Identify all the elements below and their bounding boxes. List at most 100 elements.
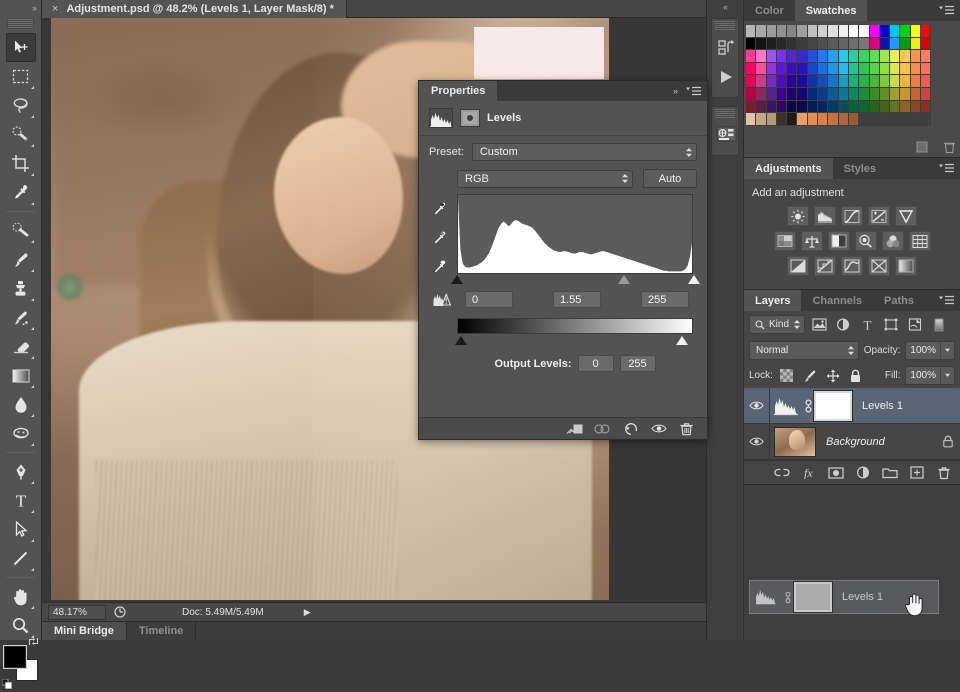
input-black-field[interactable]: 0 [465, 291, 513, 308]
swatch-140[interactable] [890, 113, 900, 126]
lock-position-icon[interactable] [824, 367, 842, 384]
swatch-14[interactable] [890, 25, 900, 38]
exposure-icon[interactable] [868, 206, 890, 226]
output-levels-slider[interactable] [457, 334, 693, 347]
blur-tool[interactable] [6, 390, 36, 419]
black-white-icon[interactable] [828, 231, 850, 251]
swatch-117[interactable] [839, 101, 849, 114]
move-tool[interactable] [6, 33, 36, 62]
layer-mask-thumbnail[interactable] [814, 391, 852, 421]
output-white-field[interactable]: 255 [620, 355, 656, 372]
tab-color[interactable]: Color [744, 0, 795, 21]
swatch-10[interactable] [849, 25, 859, 38]
swatch-111[interactable] [777, 101, 787, 114]
layer-visibility-toggle[interactable] [744, 388, 770, 423]
blend-mode-select[interactable]: Normal [749, 341, 859, 360]
swatch-96[interactable] [808, 88, 818, 101]
lock-all-icon[interactable] [847, 367, 865, 384]
swatch-135[interactable] [839, 113, 849, 126]
preset-select[interactable]: Custom [472, 143, 697, 161]
toolbar-collapse-button[interactable]: » [0, 0, 41, 16]
swatch-74[interactable] [767, 75, 777, 88]
swatch-98[interactable] [828, 88, 838, 101]
swatch-120[interactable] [870, 101, 880, 114]
new-adjustment-layer-icon[interactable] [854, 464, 871, 481]
swatch-67[interactable] [880, 63, 890, 76]
swatch-110[interactable] [767, 101, 777, 114]
dock-collapse-button[interactable]: « [707, 0, 743, 14]
swatch-129[interactable] [777, 113, 787, 126]
dock-grip[interactable] [715, 21, 735, 30]
swatch-131[interactable] [797, 113, 807, 126]
input-white-slider[interactable] [688, 275, 700, 284]
crop-tool[interactable] [6, 149, 36, 178]
tab-adjustments[interactable]: Adjustments [744, 158, 833, 179]
chevron-down-icon[interactable] [940, 342, 954, 359]
swatch-71[interactable] [921, 63, 931, 76]
swatch-28[interactable] [849, 38, 859, 51]
swatch-143[interactable] [921, 113, 931, 126]
selective-color-icon[interactable] [868, 256, 890, 276]
swatch-41[interactable] [797, 50, 807, 63]
opacity-field[interactable]: 100% [905, 341, 955, 360]
swatch-47[interactable] [859, 50, 869, 63]
tab-timeline[interactable]: Timeline [127, 622, 196, 640]
panel-menu-icon[interactable] [939, 295, 954, 309]
pen-tool[interactable] [6, 457, 36, 486]
swatch-51[interactable] [900, 50, 910, 63]
brush-tool[interactable] [6, 245, 36, 274]
default-colors-icon[interactable] [2, 679, 12, 692]
eyedropper-tool[interactable] [6, 178, 36, 207]
swatch-56[interactable] [767, 63, 777, 76]
swatch-38[interactable] [767, 50, 777, 63]
photo-filter-icon[interactable] [855, 231, 877, 251]
swatch-19[interactable] [756, 38, 766, 51]
filter-shape-icon[interactable] [881, 315, 901, 334]
history-icon[interactable] [712, 33, 740, 61]
swatch-104[interactable] [890, 88, 900, 101]
input-black-slider[interactable] [451, 275, 463, 284]
swatch-105[interactable] [900, 88, 910, 101]
histogram-warning-icon[interactable] [433, 292, 465, 307]
add-mask-icon[interactable] [827, 464, 844, 481]
swatch-119[interactable] [859, 101, 869, 114]
swatch-101[interactable] [859, 88, 869, 101]
swatch-108[interactable] [746, 101, 756, 114]
set-white-point-eyedropper-icon[interactable] [427, 258, 449, 278]
swatch-34[interactable] [911, 38, 921, 51]
clone-stamp-tool[interactable] [6, 274, 36, 303]
swatch-78[interactable] [808, 75, 818, 88]
swatch-64[interactable] [849, 63, 859, 76]
mini-bridge-icon[interactable] [712, 121, 740, 149]
swatch-112[interactable] [787, 101, 797, 114]
swatch-90[interactable] [746, 88, 756, 101]
swatch-77[interactable] [797, 75, 807, 88]
swatch-97[interactable] [818, 88, 828, 101]
swatch-91[interactable] [756, 88, 766, 101]
filter-adjustment-icon[interactable] [833, 315, 853, 334]
swatch-63[interactable] [839, 63, 849, 76]
delete-swatch-icon[interactable] [943, 140, 956, 157]
swatch-16[interactable] [911, 25, 921, 38]
swatch-88[interactable] [911, 75, 921, 88]
output-black-slider[interactable] [455, 336, 467, 345]
document-tab[interactable]: × Adjustment.psd @ 48.2% (Levels 1, Laye… [42, 0, 347, 18]
swatch-83[interactable] [859, 75, 869, 88]
tab-swatches[interactable]: Swatches [795, 0, 868, 21]
foreground-color-chip[interactable] [4, 646, 26, 668]
swatch-141[interactable] [900, 113, 910, 126]
close-icon[interactable]: × [52, 3, 58, 15]
filter-smart-object-icon[interactable] [905, 315, 925, 334]
swatch-37[interactable] [756, 50, 766, 63]
threshold-icon[interactable] [841, 256, 863, 276]
marquee-tool[interactable] [6, 62, 36, 91]
swatch-106[interactable] [911, 88, 921, 101]
output-black-field[interactable]: 0 [578, 355, 614, 372]
swatch-15[interactable] [900, 25, 910, 38]
layer-mask-link-icon[interactable] [802, 399, 814, 413]
swatch-126[interactable] [746, 113, 756, 126]
gradient-tool[interactable] [6, 361, 36, 390]
swatch-58[interactable] [787, 63, 797, 76]
swatch-123[interactable] [900, 101, 910, 114]
link-layers-icon[interactable] [773, 464, 790, 481]
